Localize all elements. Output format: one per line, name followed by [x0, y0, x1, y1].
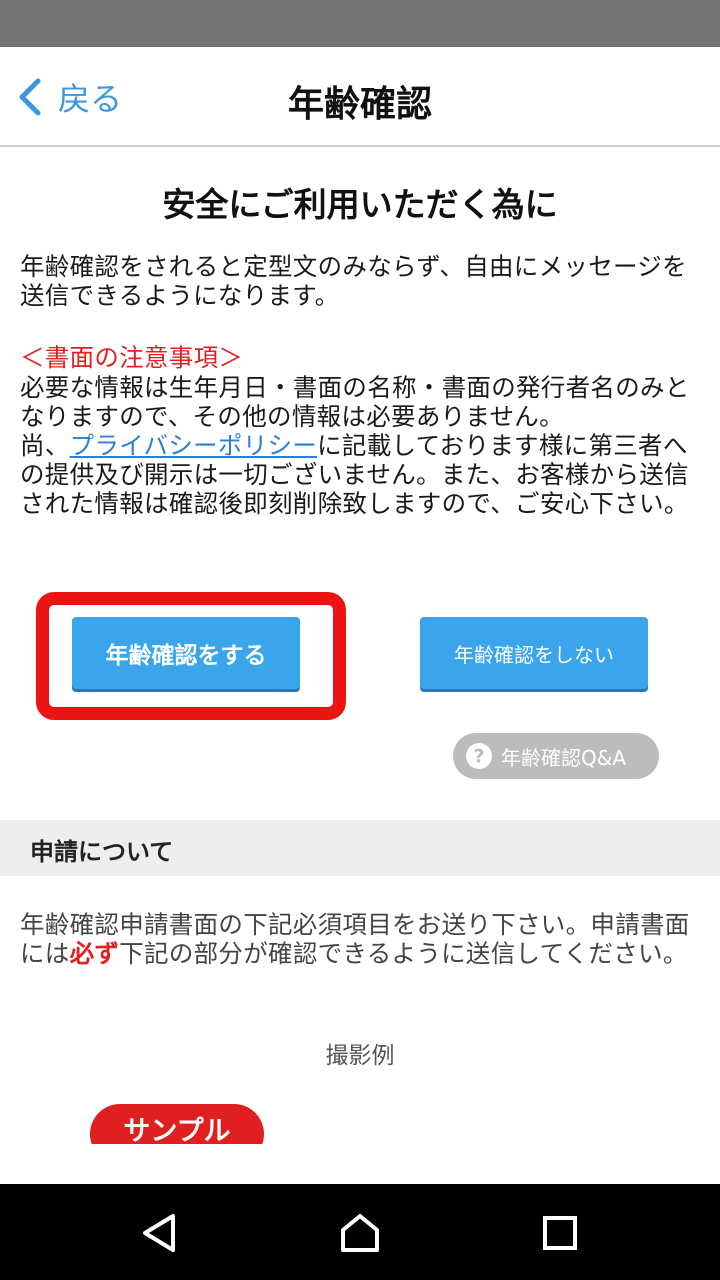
decline-age-button[interactable]: 年齢確認をしない — [420, 617, 648, 689]
nav-header: 戻る 年齢確認 — [0, 47, 720, 147]
notice-prefix: 尚、 — [20, 431, 70, 460]
notice-title: ＜書面の注意事項＞ — [20, 343, 244, 372]
notice-line1: 必要な情報は生年月日・書面の名称・書面の発行者名のみとなりますので、その他の情報… — [20, 373, 690, 431]
section-heading: 安全にご利用いただく為に — [162, 185, 558, 224]
qa-label: 年齢確認Q&A — [501, 745, 627, 770]
age-qa-button[interactable]: ? 年齢確認Q&A — [453, 733, 659, 779]
application-text-part2: 下記の部分が確認できるように送信してください。 — [119, 939, 688, 968]
notice-text: 必要な情報は生年月日・書面の名称・書面の発行者名のみとなりますので、その他の情報… — [20, 373, 702, 518]
privacy-policy-link[interactable]: プライバシーポリシー — [70, 431, 318, 460]
application-section-band: 申請について — [0, 820, 720, 876]
sample-clip: サンプル — [90, 1104, 266, 1144]
triangle-back-icon[interactable] — [139, 1212, 181, 1254]
svg-text:?: ? — [473, 746, 484, 768]
application-text-emphasis: 必ず — [69, 939, 120, 968]
system-nav-bar — [0, 1184, 720, 1280]
application-section-title: 申請について — [30, 838, 174, 866]
page-title: 年齢確認 — [287, 84, 432, 125]
square-recent-icon[interactable] — [539, 1212, 581, 1254]
status-bar — [0, 0, 720, 47]
question-circle-icon: ? — [466, 743, 492, 769]
sample-badge: サンプル — [90, 1104, 264, 1144]
application-text: 年齢確認申請書面の下記必須項目をお送り下さい。申請書面には必ず下記の部分が確認で… — [20, 910, 702, 968]
example-label: 撮影例 — [325, 1043, 395, 1069]
home-icon[interactable] — [339, 1212, 381, 1254]
confirm-age-button[interactable]: 年齢確認をする — [72, 617, 300, 689]
intro-text: 年齢確認をされると定型文のみならず、自由にメッセージを送信できるようになります。 — [20, 252, 687, 310]
